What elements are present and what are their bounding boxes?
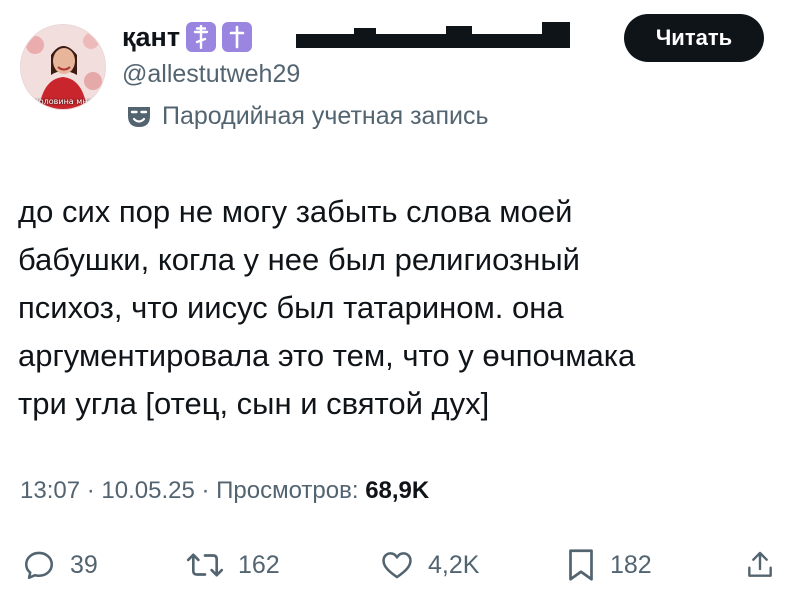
tweet-date[interactable]: 10.05.25 xyxy=(101,477,194,504)
redacted-bar xyxy=(296,22,570,48)
reply-count: 39 xyxy=(70,550,98,579)
orthodox-cross-icon xyxy=(186,22,217,52)
author-name-row: қант xyxy=(122,18,253,56)
parody-label-text: Пародийная учетная запись xyxy=(162,102,489,130)
like-count: 4,2K xyxy=(428,550,480,579)
repost-button[interactable]: 162 xyxy=(186,538,280,592)
latin-cross-icon xyxy=(222,22,253,52)
share-button[interactable] xyxy=(744,538,776,592)
follow-button[interactable]: Читать xyxy=(624,14,764,62)
share-icon xyxy=(748,551,772,577)
theater-mask-icon xyxy=(128,106,150,127)
views-count[interactable]: 68,9K xyxy=(365,477,429,504)
author-display-name[interactable]: қант xyxy=(122,22,180,53)
tweet-text: до сих пор не могу забыть слова моей баб… xyxy=(18,194,636,421)
bookmark-button[interactable]: 182 xyxy=(566,538,652,592)
meta-separator: · xyxy=(194,477,217,504)
views-label: Просмотров: xyxy=(216,477,359,504)
avatar[interactable]: половина мне xyxy=(20,24,106,110)
reply-button[interactable]: 39 xyxy=(22,538,98,592)
bookmark-count: 182 xyxy=(610,550,652,579)
meta-separator: · xyxy=(80,477,102,504)
repost-count: 162 xyxy=(238,550,280,579)
tweet-time[interactable]: 13:07 xyxy=(20,477,80,504)
repost-icon xyxy=(186,553,224,577)
bookmark-icon xyxy=(569,549,593,581)
tweet-actions: 39 162 4,2K 182 xyxy=(0,538,800,592)
heart-icon xyxy=(382,552,412,579)
like-button[interactable]: 4,2K xyxy=(380,538,479,592)
reply-icon xyxy=(24,551,54,580)
tweet-meta: 13:07 · 10.05.25 · Просмотров: 68,9K xyxy=(20,477,429,505)
author-handle[interactable]: @allestutweh29 xyxy=(122,60,300,89)
parody-label: Пародийная учетная запись xyxy=(126,102,488,131)
avatar-caption: половина мне xyxy=(33,97,93,106)
